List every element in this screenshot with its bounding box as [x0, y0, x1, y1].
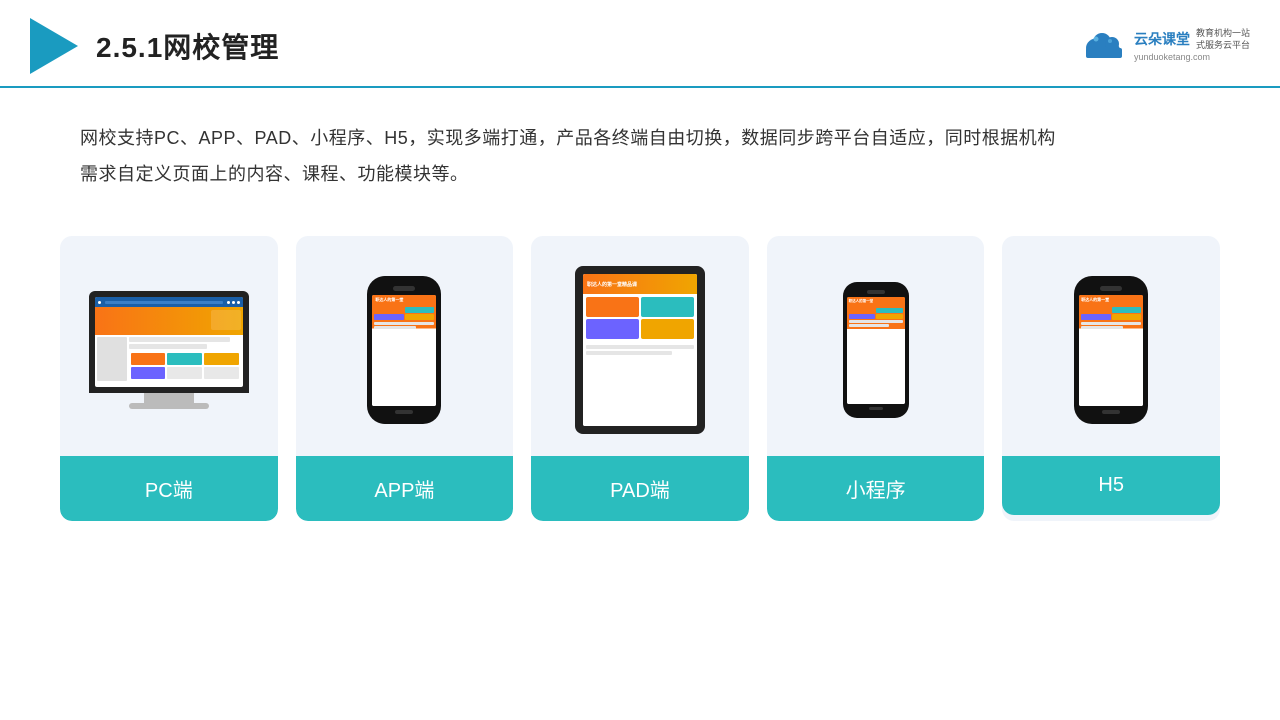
h5-phone-mock: 职达人的第一堂	[1074, 276, 1148, 424]
brand-slogan1: 教育机构一站	[1196, 28, 1250, 40]
mini-phone-screen: 职达人的第一堂	[847, 297, 905, 404]
pc-screen-outer	[89, 291, 249, 393]
pc-screen-inner	[95, 297, 243, 387]
brand-logo: 云朵课堂 教育机构一站 式服务云平台 yunduoketang.com	[1080, 28, 1250, 64]
cloud-icon	[1080, 28, 1128, 64]
phone-screen: 职达人的第一堂	[372, 295, 436, 406]
card-pc: PC端	[60, 236, 278, 521]
description-line1: 网校支持PC、APP、PAD、小程序、H5，实现多端打通，产品各终端自由切换，数…	[80, 120, 1200, 156]
header-left: 2.5.1网校管理	[30, 18, 279, 74]
card-miniprogram: 职达人的第一堂	[767, 236, 985, 521]
h5-label: H5	[1002, 456, 1220, 515]
tablet-screen: 职达人的第一堂精品课	[583, 274, 697, 426]
page-title: 2.5.1网校管理	[96, 26, 279, 66]
pad-image-area: 职达人的第一堂精品课	[531, 236, 749, 456]
pc-device-mock	[89, 291, 249, 409]
app-image-area: 职达人的第一堂	[296, 236, 514, 456]
h5-image-area: 职达人的第一堂	[1002, 236, 1220, 456]
tablet-device-mock: 职达人的第一堂精品课	[575, 266, 705, 434]
pad-label: PAD端	[531, 456, 749, 521]
logo-triangle-icon	[30, 18, 78, 74]
description-block: 网校支持PC、APP、PAD、小程序、H5，实现多端打通，产品各终端自由切换，数…	[0, 88, 1280, 208]
header: 2.5.1网校管理 云朵课堂 教育机构一	[0, 0, 1280, 88]
brand-text: 云朵课堂 教育机构一站 式服务云平台 yunduoketang.com	[1134, 28, 1250, 64]
mini-phone-mock: 职达人的第一堂	[843, 282, 909, 418]
phone-device-mock: 职达人的第一堂	[367, 276, 441, 424]
brand-slogan2: 式服务云平台	[1196, 40, 1250, 52]
miniprogram-label: 小程序	[767, 456, 985, 521]
card-app: 职达人的第一堂	[296, 236, 514, 521]
card-pad: 职达人的第一堂精品课	[531, 236, 749, 521]
device-cards-container: PC端 职达人的第一堂	[0, 208, 1280, 551]
card-h5: 职达人的第一堂	[1002, 236, 1220, 521]
app-label: APP端	[296, 456, 514, 521]
header-right: 云朵课堂 教育机构一站 式服务云平台 yunduoketang.com	[1080, 28, 1250, 64]
pc-image-area	[60, 236, 278, 456]
brand-name: 云朵课堂	[1134, 30, 1190, 50]
description-line2: 需求自定义页面上的内容、课程、功能模块等。	[80, 156, 1200, 192]
brand-url: yunduoketang.com	[1134, 51, 1250, 64]
pc-label: PC端	[60, 456, 278, 521]
miniprogram-image-area: 职达人的第一堂	[767, 236, 985, 456]
h5-phone-screen: 职达人的第一堂	[1079, 295, 1143, 406]
